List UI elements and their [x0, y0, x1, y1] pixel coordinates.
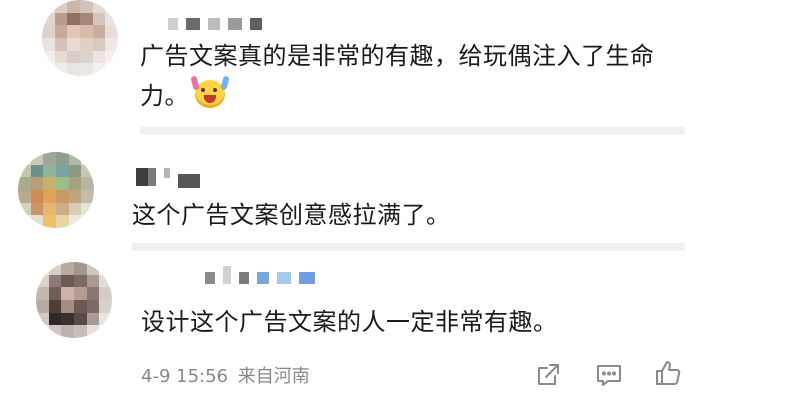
divider [140, 127, 685, 135]
comment-icon[interactable] [594, 360, 624, 390]
comment-text: 设计这个广告文案的人一定非常有趣。 [141, 308, 558, 336]
username-redacted[interactable] [205, 266, 323, 284]
username-redacted[interactable] [168, 18, 270, 30]
avatar[interactable] [18, 152, 94, 228]
like-icon[interactable] [653, 358, 683, 388]
username-redacted[interactable] [136, 168, 208, 188]
share-icon[interactable] [533, 360, 563, 390]
divider [132, 243, 685, 251]
avatar[interactable] [36, 262, 112, 338]
hands-up-emoji [190, 75, 230, 108]
comment-timestamp: 4-9 15:56 来自河南 [141, 366, 310, 387]
comment-text: 广告文案真的是非常的有趣，给玩偶注入了生命力。 [140, 42, 655, 110]
avatar[interactable] [42, 0, 118, 76]
comment-text: 这个广告文案创意感拉满了。 [132, 201, 451, 229]
comment-location: 来自河南 [237, 366, 310, 387]
